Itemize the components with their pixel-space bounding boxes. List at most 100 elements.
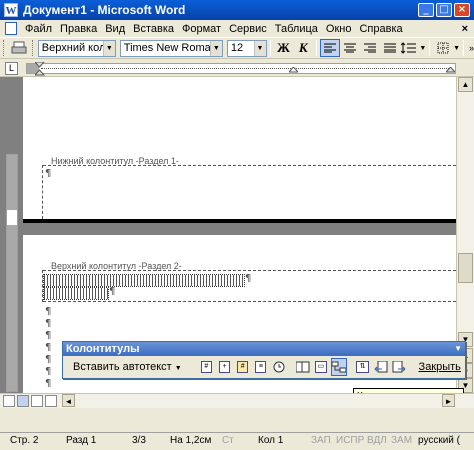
header-border-bottom — [43, 301, 456, 302]
header-text-line-2[interactable] — [43, 287, 109, 300]
web-view-icon[interactable] — [17, 395, 29, 407]
document-icon[interactable] — [5, 22, 17, 35]
align-right-button[interactable] — [360, 39, 380, 57]
status-pages: 3/3 — [132, 435, 146, 446]
vertical-ruler[interactable] — [6, 154, 18, 392]
horizontal-ruler: L — [0, 60, 474, 77]
formatting-toolbar: Верхний колонт ▼ Times New Roman ▼ 12 ▼ … — [0, 37, 474, 59]
maximize-button[interactable]: □ — [436, 3, 452, 17]
print-icon[interactable] — [9, 39, 29, 57]
paragraph-mark: ¶ — [45, 342, 52, 353]
menu-format[interactable]: Формат — [178, 23, 225, 35]
switch-header-footer-icon[interactable]: ⇅ — [355, 358, 371, 376]
insert-date-icon[interactable]: ≡ — [253, 358, 269, 376]
tab-stop-icon[interactable] — [289, 67, 298, 73]
bold-button[interactable]: Ж — [274, 39, 294, 57]
word-app-icon[interactable]: W — [4, 3, 18, 17]
show-hide-document-text-icon[interactable]: ▭ — [313, 358, 329, 376]
document-close-icon[interactable]: × — [462, 23, 468, 35]
window-title: Документ1 - Microsoft Word — [23, 3, 186, 17]
minimize-button[interactable]: _ — [418, 3, 434, 17]
chevron-down-icon[interactable]: ▼ — [209, 40, 222, 56]
chevron-down-icon[interactable]: ▼ — [253, 40, 266, 56]
page-gap — [0, 223, 456, 235]
toolbar-options-icon[interactable]: » — [469, 43, 474, 53]
page-1[interactable]: Нижний колонтитул -Раздел 1- ¶ — [23, 77, 456, 219]
menu-edit[interactable]: Правка — [56, 23, 101, 35]
chevron-down-icon[interactable]: ▼ — [102, 40, 115, 56]
line-spacing-icon[interactable] — [400, 39, 420, 57]
toolbar-grip[interactable] — [3, 40, 6, 56]
menu-tools[interactable]: Сервис — [225, 23, 271, 35]
scroll-left-icon[interactable]: ◄ — [62, 394, 75, 407]
close-hf-button[interactable]: Закрыть — [415, 361, 465, 373]
status-column: Кол 1 — [258, 435, 284, 446]
normal-view-icon[interactable] — [3, 395, 15, 407]
paragraph-mark: ¶ — [45, 378, 52, 389]
paragraph-mark: ¶ — [45, 306, 52, 317]
status-page: Стр. 2 — [10, 435, 39, 446]
menu-view[interactable]: Вид — [101, 23, 129, 35]
font-combo[interactable]: Times New Roman ▼ — [119, 39, 223, 57]
print-layout-icon[interactable] — [31, 395, 43, 407]
show-next-icon[interactable] — [391, 358, 407, 376]
hf-toolbar-title-bar[interactable]: Колонтитулы ▼ — [63, 342, 465, 356]
footer-border-left — [42, 165, 43, 219]
align-left-button[interactable] — [320, 39, 341, 57]
paragraph-mark: ¶ — [245, 273, 252, 284]
insert-autotext-button[interactable]: Вставить автотекст ▼ — [69, 361, 186, 373]
ruler-scale[interactable] — [26, 62, 456, 76]
chevron-down-icon[interactable]: ▼ — [419, 45, 426, 52]
paragraph-mark: ¶ — [45, 330, 52, 341]
link-to-previous-icon[interactable] — [330, 358, 348, 376]
separator — [269, 40, 271, 56]
chevron-down-icon[interactable]: ▼ — [453, 45, 460, 52]
header-text-line-1[interactable] — [43, 274, 245, 287]
status-ext[interactable]: ВДЛ — [367, 435, 387, 446]
scroll-up-icon[interactable]: ▲ — [458, 77, 473, 92]
status-ovr[interactable]: ЗАМ — [391, 435, 412, 446]
scroll-right-icon[interactable]: ► — [442, 394, 455, 407]
paragraph-mark: ¶ — [109, 286, 116, 297]
format-page-number-icon[interactable]: # — [235, 358, 251, 376]
right-indent-icon[interactable] — [446, 67, 455, 73]
style-combo[interactable]: Верхний колонт ▼ — [37, 39, 116, 57]
menu-file[interactable]: Файл — [21, 23, 56, 35]
paragraph-mark: ¶ — [45, 354, 52, 365]
chevron-down-icon[interactable]: ▼ — [454, 342, 462, 356]
page-setup-icon[interactable] — [295, 358, 311, 376]
separator — [429, 40, 431, 56]
insert-autotext-label: Вставить автотекст — [73, 361, 172, 373]
align-center-button[interactable] — [340, 39, 360, 57]
tab-selector[interactable]: L — [5, 62, 18, 75]
status-rec[interactable]: ЗАП — [311, 435, 331, 446]
menu-help[interactable]: Справка — [355, 23, 406, 35]
font-value: Times New Roman — [123, 42, 217, 54]
borders-icon[interactable] — [433, 39, 453, 57]
header-footer-toolbar: Колонтитулы ▼ Вставить автотекст ▼ # + #… — [62, 341, 466, 379]
paragraph-mark: ¶ — [45, 168, 52, 179]
footer-border-top — [43, 165, 456, 166]
status-bar: Стр. 2 Разд 1 3/3 На 1,2см Ст Кол 1 ЗАП … — [0, 432, 474, 450]
font-size-combo[interactable]: 12 ▼ — [226, 39, 267, 57]
menu-window[interactable]: Окно — [322, 23, 356, 35]
indent-marker-icon[interactable] — [35, 62, 45, 76]
toolbar-grip-2[interactable] — [31, 40, 35, 56]
status-language: русский ( — [418, 435, 460, 446]
paragraph-mark: ¶ — [45, 318, 52, 329]
outline-view-icon[interactable] — [45, 395, 57, 407]
scroll-thumb[interactable] — [458, 253, 473, 283]
italic-button[interactable]: К — [293, 39, 313, 57]
menu-insert[interactable]: Вставка — [129, 23, 178, 35]
show-previous-icon[interactable] — [373, 358, 389, 376]
page-number-icon[interactable]: # — [198, 358, 214, 376]
justify-button[interactable] — [380, 39, 400, 57]
status-position: На 1,2см — [170, 435, 212, 446]
header-border-top — [43, 270, 456, 271]
menu-table[interactable]: Таблица — [271, 23, 322, 35]
close-button[interactable]: × — [454, 3, 470, 17]
insert-time-icon[interactable] — [271, 358, 287, 376]
number-of-pages-icon[interactable]: + — [216, 358, 232, 376]
status-trk[interactable]: ИСПР — [336, 435, 364, 446]
status-line: Ст — [222, 435, 234, 446]
